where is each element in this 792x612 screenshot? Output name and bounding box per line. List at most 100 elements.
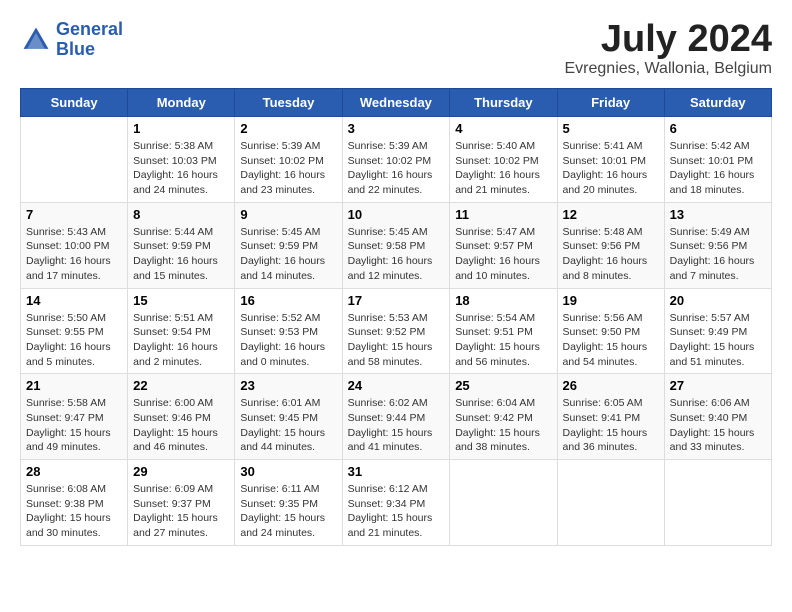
day-info: Sunrise: 5:45 AM Sunset: 9:58 PM Dayligh… xyxy=(348,225,445,284)
day-info: Sunrise: 5:49 AM Sunset: 9:56 PM Dayligh… xyxy=(670,225,766,284)
day-number: 27 xyxy=(670,378,766,393)
week-row-3: 14Sunrise: 5:50 AM Sunset: 9:55 PM Dayli… xyxy=(21,288,772,374)
calendar-header: SundayMondayTuesdayWednesdayThursdayFrid… xyxy=(21,89,772,117)
calendar-cell xyxy=(664,460,771,546)
day-info: Sunrise: 5:54 AM Sunset: 9:51 PM Dayligh… xyxy=(455,311,551,370)
day-info: Sunrise: 5:53 AM Sunset: 9:52 PM Dayligh… xyxy=(348,311,445,370)
calendar-cell xyxy=(21,117,128,203)
day-number: 1 xyxy=(133,121,229,136)
day-info: Sunrise: 5:39 AM Sunset: 10:02 PM Daylig… xyxy=(240,139,336,198)
calendar-cell: 18 Sunrise: 5:54 AM Sunset: 9:51 PM Dayli… xyxy=(450,288,557,374)
header-row: SundayMondayTuesdayWednesdayThursdayFrid… xyxy=(21,89,772,117)
calendar-cell: 3 Sunrise: 5:39 AM Sunset: 10:02 PM Dayli… xyxy=(342,117,450,203)
title-area: July 2024 Evregnies, Wallonia, Belgium xyxy=(565,20,773,78)
calendar-body: 1 Sunrise: 5:38 AM Sunset: 10:03 PM Dayli… xyxy=(21,117,772,546)
day-number: 31 xyxy=(348,464,445,479)
logo: General Blue xyxy=(20,20,123,60)
day-number: 11 xyxy=(455,207,551,222)
calendar-cell: 9 Sunrise: 5:45 AM Sunset: 9:59 PM Daylig… xyxy=(235,202,342,288)
calendar-table: SundayMondayTuesdayWednesdayThursdayFrid… xyxy=(20,88,772,546)
calendar-cell xyxy=(450,460,557,546)
day-number: 6 xyxy=(670,121,766,136)
day-info: Sunrise: 6:02 AM Sunset: 9:44 PM Dayligh… xyxy=(348,396,445,455)
calendar-cell: 7 Sunrise: 5:43 AM Sunset: 10:00 PM Dayli… xyxy=(21,202,128,288)
calendar-cell: 25Sunrise: 6:04 AM Sunset: 9:42 PM Dayli… xyxy=(450,374,557,460)
calendar-cell: 20 Sunrise: 5:57 AM Sunset: 9:49 PM Dayli… xyxy=(664,288,771,374)
calendar-cell: 27 Sunrise: 6:06 AM Sunset: 9:40 PM Dayli… xyxy=(664,374,771,460)
day-number: 14 xyxy=(26,293,122,308)
day-info: Sunrise: 6:09 AM Sunset: 9:37 PM Dayligh… xyxy=(133,482,229,541)
day-info: Sunrise: 5:52 AM Sunset: 9:53 PM Dayligh… xyxy=(240,311,336,370)
calendar-cell: 13 Sunrise: 5:49 AM Sunset: 9:56 PM Dayli… xyxy=(664,202,771,288)
day-number: 20 xyxy=(670,293,766,308)
month-year-title: July 2024 xyxy=(565,20,773,58)
day-info: Sunrise: 5:56 AM Sunset: 9:50 PM Dayligh… xyxy=(563,311,659,370)
calendar-cell xyxy=(557,460,664,546)
day-info: Sunrise: 6:08 AM Sunset: 9:38 PM Dayligh… xyxy=(26,482,122,541)
calendar-cell: 14Sunrise: 5:50 AM Sunset: 9:55 PM Dayli… xyxy=(21,288,128,374)
day-info: Sunrise: 6:04 AM Sunset: 9:42 PM Dayligh… xyxy=(455,396,551,455)
day-info: Sunrise: 5:42 AM Sunset: 10:01 PM Daylig… xyxy=(670,139,766,198)
week-row-4: 21Sunrise: 5:58 AM Sunset: 9:47 PM Dayli… xyxy=(21,374,772,460)
week-row-5: 28 Sunrise: 6:08 AM Sunset: 9:38 PM Dayli… xyxy=(21,460,772,546)
day-number: 15 xyxy=(133,293,229,308)
day-number: 8 xyxy=(133,207,229,222)
logo-blue: Blue xyxy=(56,39,95,59)
calendar-cell: 6 Sunrise: 5:42 AM Sunset: 10:01 PM Dayli… xyxy=(664,117,771,203)
page-header: General Blue July 2024 Evregnies, Wallon… xyxy=(20,20,772,78)
day-number: 12 xyxy=(563,207,659,222)
calendar-cell: 16 Sunrise: 5:52 AM Sunset: 9:53 PM Dayli… xyxy=(235,288,342,374)
day-number: 18 xyxy=(455,293,551,308)
day-number: 23 xyxy=(240,378,336,393)
day-number: 13 xyxy=(670,207,766,222)
day-info: Sunrise: 6:06 AM Sunset: 9:40 PM Dayligh… xyxy=(670,396,766,455)
day-number: 26 xyxy=(563,378,659,393)
day-number: 16 xyxy=(240,293,336,308)
day-info: Sunrise: 5:43 AM Sunset: 10:00 PM Daylig… xyxy=(26,225,122,284)
day-number: 7 xyxy=(26,207,122,222)
week-row-2: 7 Sunrise: 5:43 AM Sunset: 10:00 PM Dayli… xyxy=(21,202,772,288)
day-info: Sunrise: 5:41 AM Sunset: 10:01 PM Daylig… xyxy=(563,139,659,198)
calendar-cell: 11 Sunrise: 5:47 AM Sunset: 9:57 PM Dayli… xyxy=(450,202,557,288)
day-number: 3 xyxy=(348,121,445,136)
calendar-cell: 21Sunrise: 5:58 AM Sunset: 9:47 PM Dayli… xyxy=(21,374,128,460)
day-number: 22 xyxy=(133,378,229,393)
calendar-cell: 24 Sunrise: 6:02 AM Sunset: 9:44 PM Dayli… xyxy=(342,374,450,460)
calendar-cell: 29Sunrise: 6:09 AM Sunset: 9:37 PM Dayli… xyxy=(128,460,235,546)
day-number: 17 xyxy=(348,293,445,308)
day-info: Sunrise: 6:01 AM Sunset: 9:45 PM Dayligh… xyxy=(240,396,336,455)
day-of-week-friday: Friday xyxy=(557,89,664,117)
logo-general: General xyxy=(56,19,123,39)
calendar-cell: 10 Sunrise: 5:45 AM Sunset: 9:58 PM Dayli… xyxy=(342,202,450,288)
day-info: Sunrise: 5:39 AM Sunset: 10:02 PM Daylig… xyxy=(348,139,445,198)
calendar-cell: 5 Sunrise: 5:41 AM Sunset: 10:01 PM Dayli… xyxy=(557,117,664,203)
calendar-cell: 26Sunrise: 6:05 AM Sunset: 9:41 PM Dayli… xyxy=(557,374,664,460)
calendar-cell: 23 Sunrise: 6:01 AM Sunset: 9:45 PM Dayli… xyxy=(235,374,342,460)
day-of-week-saturday: Saturday xyxy=(664,89,771,117)
calendar-cell: 12 Sunrise: 5:48 AM Sunset: 9:56 PM Dayli… xyxy=(557,202,664,288)
day-number: 24 xyxy=(348,378,445,393)
day-number: 10 xyxy=(348,207,445,222)
day-number: 9 xyxy=(240,207,336,222)
day-info: Sunrise: 6:12 AM Sunset: 9:34 PM Dayligh… xyxy=(348,482,445,541)
day-of-week-tuesday: Tuesday xyxy=(235,89,342,117)
day-number: 2 xyxy=(240,121,336,136)
day-info: Sunrise: 5:47 AM Sunset: 9:57 PM Dayligh… xyxy=(455,225,551,284)
day-info: Sunrise: 5:38 AM Sunset: 10:03 PM Daylig… xyxy=(133,139,229,198)
day-info: Sunrise: 5:40 AM Sunset: 10:02 PM Daylig… xyxy=(455,139,551,198)
calendar-cell: 28 Sunrise: 6:08 AM Sunset: 9:38 PM Dayli… xyxy=(21,460,128,546)
location-subtitle: Evregnies, Wallonia, Belgium xyxy=(565,60,773,78)
day-info: Sunrise: 5:57 AM Sunset: 9:49 PM Dayligh… xyxy=(670,311,766,370)
day-number: 28 xyxy=(26,464,122,479)
day-number: 5 xyxy=(563,121,659,136)
logo-icon xyxy=(20,24,52,56)
calendar-cell: 1 Sunrise: 5:38 AM Sunset: 10:03 PM Dayli… xyxy=(128,117,235,203)
calendar-cell: 2 Sunrise: 5:39 AM Sunset: 10:02 PM Dayli… xyxy=(235,117,342,203)
day-number: 19 xyxy=(563,293,659,308)
day-info: Sunrise: 5:48 AM Sunset: 9:56 PM Dayligh… xyxy=(563,225,659,284)
day-of-week-monday: Monday xyxy=(128,89,235,117)
calendar-cell: 22Sunrise: 6:00 AM Sunset: 9:46 PM Dayli… xyxy=(128,374,235,460)
day-info: Sunrise: 5:45 AM Sunset: 9:59 PM Dayligh… xyxy=(240,225,336,284)
day-info: Sunrise: 5:58 AM Sunset: 9:47 PM Dayligh… xyxy=(26,396,122,455)
calendar-cell: 17 Sunrise: 5:53 AM Sunset: 9:52 PM Dayli… xyxy=(342,288,450,374)
